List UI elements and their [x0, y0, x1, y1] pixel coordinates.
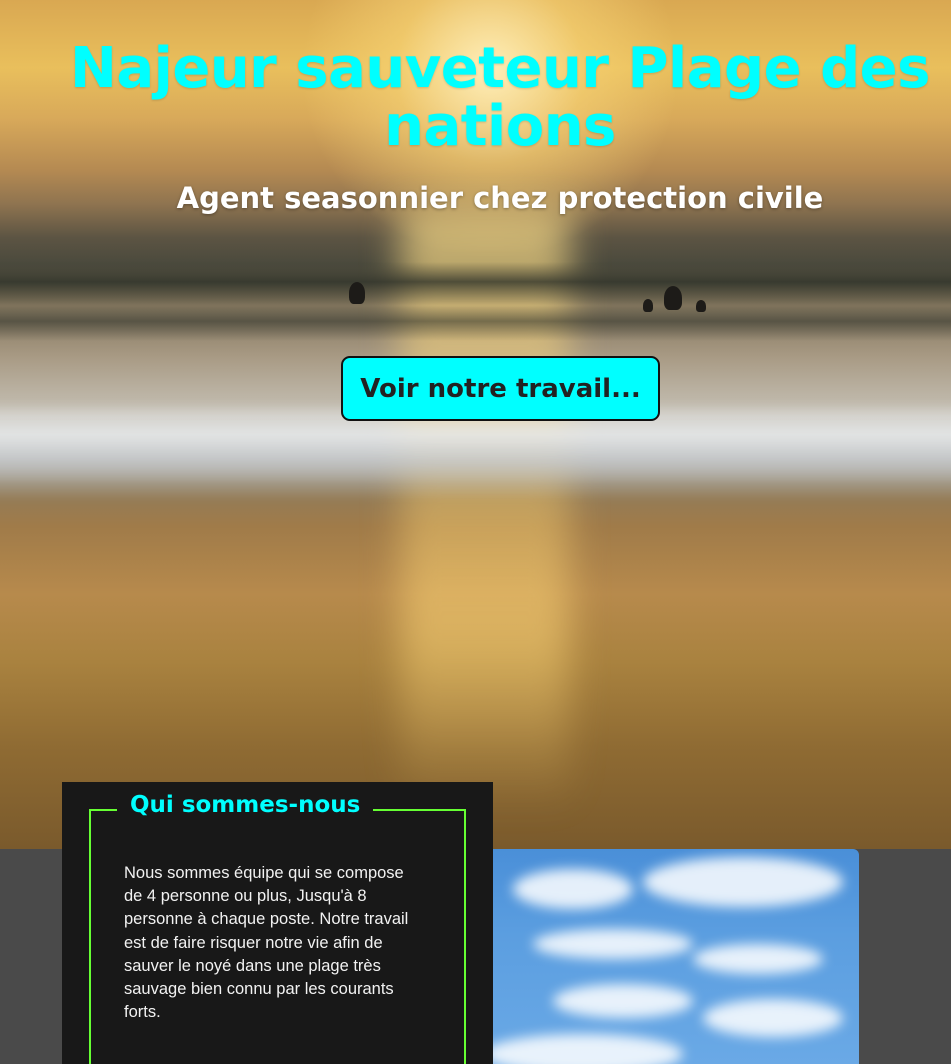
cloud — [643, 857, 843, 907]
swimmer-silhouette — [349, 282, 365, 304]
swimmer-silhouette — [664, 286, 682, 310]
page-title: Najeur sauveteur Plage des nations — [69, 36, 931, 159]
cloud — [693, 944, 823, 974]
cloud — [703, 999, 843, 1037]
cloud — [513, 869, 633, 909]
wave — [0, 305, 951, 341]
sky-photo — [493, 849, 859, 1064]
cloud — [533, 929, 693, 959]
swimmer-silhouette — [696, 300, 706, 312]
page-subtitle: Agent seasonnier chez protection civile — [176, 181, 824, 215]
cloud — [553, 984, 693, 1018]
about-title: Qui sommes-nous — [117, 790, 374, 820]
about-card: Qui sommes-nous Nous sommes équipe qui s… — [62, 782, 493, 1064]
wave — [0, 262, 951, 306]
hero-section: Najeur sauveteur Plage des nations Agent… — [0, 0, 951, 849]
cloud — [493, 1034, 683, 1064]
view-work-button[interactable]: Voir notre travail... — [341, 356, 660, 421]
about-text: Nous sommes équipe qui se compose de 4 p… — [124, 864, 409, 1022]
swimmer-silhouette — [643, 299, 653, 312]
